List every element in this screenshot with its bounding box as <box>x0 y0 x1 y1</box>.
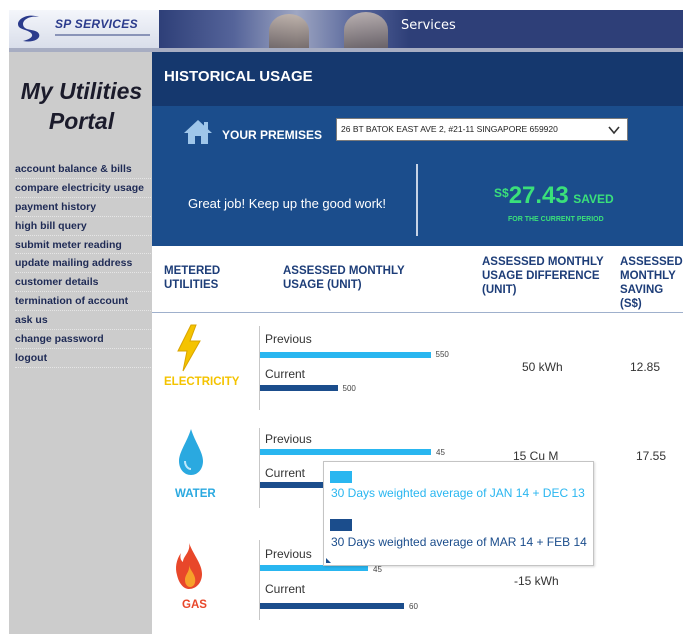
col-header-usage-l2: USAGE (UNIT) <box>283 279 362 291</box>
saved-value: 27.43 <box>508 182 569 209</box>
sp-services-logo[interactable]: SP SERVICES <box>9 10 159 48</box>
electricity-previous-value: 550 <box>435 350 449 359</box>
nav-submit-meter-reading[interactable]: submit meter reading <box>15 236 151 255</box>
nav-change-password[interactable]: change password <box>15 330 151 349</box>
electricity-current-value: 500 <box>342 384 356 393</box>
row-divider <box>259 326 260 410</box>
portal-title: My Utilities Portal <box>9 76 154 136</box>
premises-label: YOUR PREMISES <box>222 128 323 142</box>
saved-amount: S$27.43 SAVED <box>494 182 614 210</box>
nav-update-mailing-address[interactable]: update mailing address <box>15 254 151 274</box>
water-drop-icon <box>179 429 203 475</box>
saved-word: SAVED <box>573 192 614 206</box>
saved-currency: S$ <box>494 186 509 200</box>
utility-label-electricity: ELECTRICITY <box>164 376 240 388</box>
gas-previous-value: 45 <box>373 565 382 574</box>
electricity-current-label: Current <box>265 367 306 381</box>
page-title: HISTORICAL USAGE <box>164 68 313 85</box>
electricity-previous-label: Previous <box>265 332 312 346</box>
saved-period: FOR THE CURRENT PERIOD <box>508 216 604 223</box>
premises-bar: YOUR PREMISES 26 BT BATOK EAST AVE 2, #2… <box>152 106 683 164</box>
electricity-saving: 12.85 <box>630 360 661 374</box>
utility-label-water: WATER <box>175 488 216 500</box>
gas-current-bar[interactable] <box>260 603 404 609</box>
nav-compare-electricity-usage[interactable]: compare electricity usage <box>15 179 151 198</box>
logo-text: SP SERVICES <box>55 17 138 31</box>
col-header-utilities-l1: METERED <box>164 265 221 277</box>
summary-divider <box>416 164 418 236</box>
gas-usage-difference: -15 kWh <box>514 574 559 588</box>
col-header-utilities: METERED UTILITIES <box>164 264 220 292</box>
nav-customer-details[interactable]: customer details <box>15 273 151 293</box>
electricity-current-bar[interactable] <box>260 385 338 391</box>
premises-dropdown-value: 26 BT BATOK EAST AVE 2, #21-11 SINGAPORE… <box>341 124 558 134</box>
previous-swatch <box>330 471 352 483</box>
electricity-previous-bar[interactable] <box>260 352 431 358</box>
nav-ask-us[interactable]: ask us <box>15 311 151 331</box>
banner-photo <box>159 10 409 48</box>
nav-high-bill-query[interactable]: high bill query <box>15 217 151 236</box>
gas-previous-label: Previous <box>265 547 312 561</box>
header-divider <box>152 312 683 313</box>
utility-label-gas: GAS <box>182 599 207 611</box>
section-header: HISTORICAL USAGE <box>152 52 683 106</box>
col-header-saving-l1: ASSESSED <box>620 256 683 268</box>
col-header-difference-l1: ASSESSED MONTHLY <box>482 256 604 268</box>
logo-tagline <box>55 34 150 36</box>
sp-swirl-logo-icon <box>18 15 40 42</box>
current-swatch <box>330 519 352 531</box>
current-period-description: 30 Days weighted average of MAR 14 + FEB… <box>331 535 587 549</box>
water-current-label: Current <box>265 466 306 480</box>
water-previous-label: Previous <box>265 432 312 446</box>
col-header-saving-l3: SAVING (S$) <box>620 284 664 310</box>
row-divider <box>259 428 260 508</box>
electricity-usage-difference: 50 kWh <box>522 360 563 374</box>
previous-period-description: 30 Days weighted average of JAN 14 + DEC… <box>331 486 585 500</box>
col-header-utilities-l2: UTILITIES <box>164 279 219 291</box>
nav-account-balance-bills[interactable]: account balance & bills <box>15 160 151 179</box>
gas-current-value: 60 <box>409 602 418 611</box>
flame-icon <box>176 543 202 589</box>
col-header-usage: ASSESSED MONTHLY USAGE (UNIT) <box>283 264 405 292</box>
gas-current-label: Current <box>265 582 306 596</box>
top-banner: SP SERVICES Services <box>9 10 683 48</box>
sidebar-nav: account balance & bills compare electric… <box>15 160 151 368</box>
savings-summary: Great job! Keep up the good work! S$27.4… <box>152 164 683 246</box>
col-header-saving-l2: MONTHLY <box>620 270 676 282</box>
col-header-difference-l3: (UNIT) <box>482 284 517 296</box>
nav-termination-of-account[interactable]: termination of account <box>15 292 151 312</box>
tooltip-corner <box>326 558 331 563</box>
premises-dropdown[interactable]: 26 BT BATOK EAST AVE 2, #21-11 SINGAPORE… <box>336 118 628 141</box>
banner-title: Services <box>401 18 456 33</box>
chevron-down-icon <box>608 126 620 135</box>
lightning-icon <box>177 324 201 372</box>
sidebar: My Utilities Portal account balance & bi… <box>9 52 152 634</box>
water-previous-bar[interactable] <box>260 449 431 455</box>
portal-title-line2: Portal <box>48 108 115 134</box>
col-header-difference-l2: USAGE DIFFERENCE <box>482 270 600 282</box>
col-header-saving: ASSESSED MONTHLY SAVING (S$) <box>620 255 683 311</box>
nav-payment-history[interactable]: payment history <box>15 198 151 217</box>
water-previous-value: 45 <box>436 448 445 457</box>
bar-legend-tooltip: 30 Days weighted average of JAN 14 + DEC… <box>323 461 594 566</box>
col-header-difference: ASSESSED MONTHLY USAGE DIFFERENCE (UNIT) <box>482 255 604 297</box>
col-header-usage-l1: ASSESSED MONTHLY <box>283 265 405 277</box>
portal-title-line1: My Utilities <box>20 78 143 104</box>
water-current-bar[interactable] <box>260 482 326 488</box>
encouragement-message: Great job! Keep up the good work! <box>188 196 387 211</box>
nav-logout[interactable]: logout <box>15 349 151 368</box>
water-saving: 17.55 <box>636 449 667 463</box>
home-icon <box>184 120 212 144</box>
